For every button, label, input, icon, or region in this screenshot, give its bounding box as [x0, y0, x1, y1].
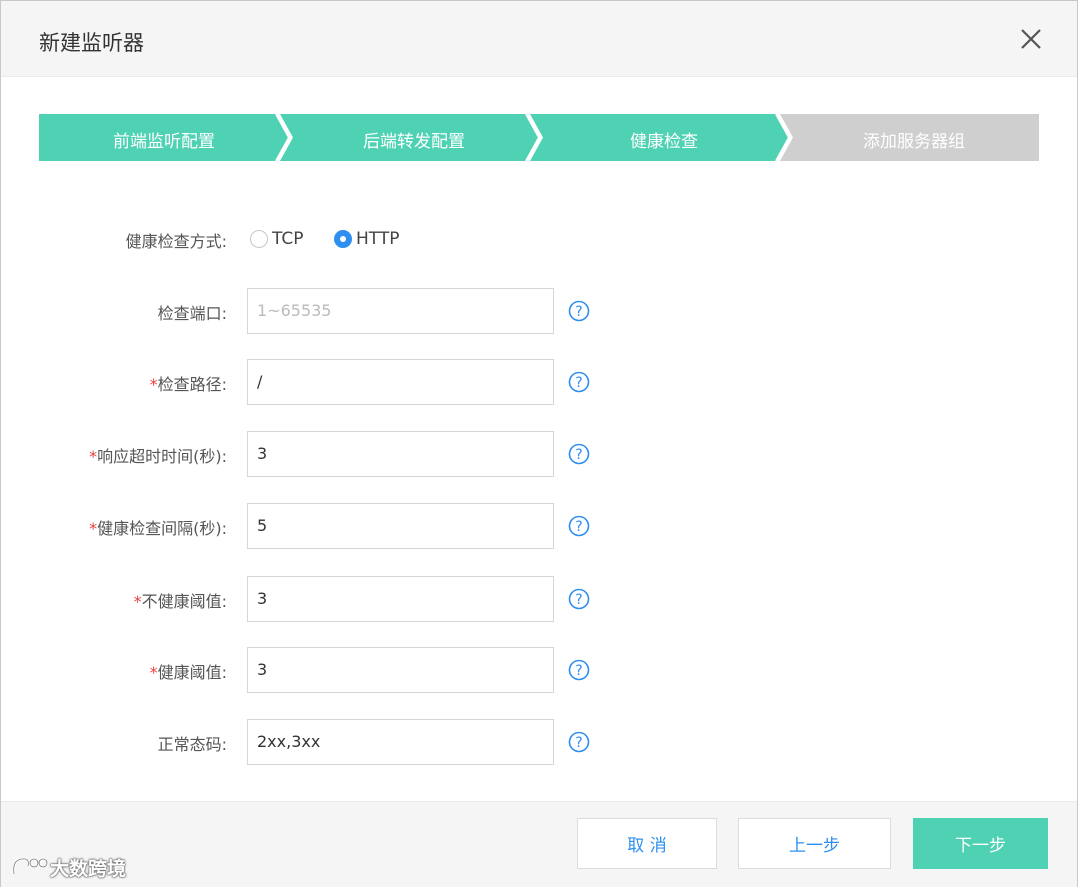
- required-mark: *: [149, 375, 158, 394]
- previous-step-button[interactable]: 上一步: [738, 818, 891, 869]
- codes-row: 正常态码: 2xx,3xx ?: [1, 719, 1077, 765]
- svg-text:?: ?: [575, 447, 582, 463]
- port-input[interactable]: 1~65535: [247, 288, 554, 334]
- method-row: 健康检查方式:: [1, 216, 1077, 262]
- required-mark: *: [89, 519, 98, 538]
- help-circle-icon[interactable]: ?: [568, 659, 590, 681]
- svg-text:?: ?: [575, 592, 582, 608]
- dialog-title: 新建监听器: [39, 31, 144, 55]
- healthy-label: *健康阈值:: [149, 663, 227, 682]
- timeout-row: *响应超时时间(秒): 3 ?: [1, 431, 1077, 477]
- watermark: 大数跨境: [10, 852, 126, 882]
- interval-row: *健康检查间隔(秒): 5 ?: [1, 503, 1077, 549]
- timeout-input[interactable]: 3: [247, 431, 554, 477]
- radio-http-label: HTTP: [356, 229, 400, 249]
- step-3-label: 健康检查: [630, 132, 698, 152]
- svg-text:?: ?: [575, 519, 582, 535]
- help-circle-icon[interactable]: ?: [568, 300, 590, 322]
- help-circle-icon[interactable]: ?: [568, 588, 590, 610]
- timeout-label: *响应超时时间(秒):: [89, 447, 227, 466]
- radio-http-circle: [334, 230, 352, 248]
- dialog-footer: 取 消 上一步 下一步: [1, 801, 1077, 887]
- codes-label: 正常态码:: [157, 735, 227, 754]
- required-mark: *: [89, 447, 98, 466]
- svg-text:?: ?: [575, 663, 582, 679]
- help-circle-icon[interactable]: ?: [568, 371, 590, 393]
- unhealthy-label: *不健康阈值:: [133, 592, 227, 611]
- required-mark: *: [133, 592, 142, 611]
- method-label: 健康检查方式:: [125, 232, 227, 251]
- svg-text:?: ?: [575, 304, 582, 320]
- cancel-button[interactable]: 取 消: [577, 818, 717, 869]
- close-button[interactable]: [1019, 27, 1043, 51]
- status-codes-input[interactable]: 2xx,3xx: [247, 719, 554, 765]
- help-circle-icon[interactable]: ?: [568, 515, 590, 537]
- next-step-button[interactable]: 下一步: [913, 818, 1048, 869]
- svg-text:?: ?: [575, 375, 582, 391]
- radio-tcp[interactable]: TCP: [250, 227, 304, 251]
- watermark-text: 大数跨境: [50, 857, 127, 880]
- port-row: 检查端口: 1~65535 ?: [1, 288, 1077, 334]
- path-input[interactable]: /: [247, 359, 554, 405]
- step-1-label: 前端监听配置: [113, 132, 215, 152]
- interval-input[interactable]: 5: [247, 503, 554, 549]
- healthy-threshold-input[interactable]: 3: [247, 647, 554, 693]
- healthy-row: *健康阈值: 3 ?: [1, 647, 1077, 693]
- help-circle-icon[interactable]: ?: [568, 731, 590, 753]
- dialog-header: 新建监听器: [1, 1, 1077, 77]
- required-mark: *: [149, 663, 158, 682]
- radio-tcp-label: TCP: [272, 229, 304, 249]
- path-label: *检查路径:: [149, 375, 227, 394]
- wizard-steps: 前端监听配置 后端转发配置 健康检查 添加服务器组: [39, 114, 1039, 161]
- port-label: 检查端口:: [157, 304, 227, 323]
- new-listener-dialog: 新建监听器 前端监听配置 后端转发配置 健康检查 添加服务器组 健康检查方式:: [0, 0, 1078, 887]
- svg-text:?: ?: [575, 735, 582, 751]
- help-circle-icon[interactable]: ?: [568, 443, 590, 465]
- step-2-label: 后端转发配置: [363, 132, 465, 152]
- radio-http[interactable]: HTTP: [334, 227, 400, 251]
- radio-tcp-circle: [250, 230, 268, 248]
- watermark-logo-icon: [12, 857, 49, 875]
- unhealthy-row: *不健康阈值: 3 ?: [1, 576, 1077, 622]
- interval-label: *健康检查间隔(秒):: [89, 519, 227, 538]
- close-icon: [1021, 29, 1041, 49]
- step-4-label: 添加服务器组: [863, 132, 965, 152]
- path-row: *检查路径: / ?: [1, 359, 1077, 405]
- unhealthy-threshold-input[interactable]: 3: [247, 576, 554, 622]
